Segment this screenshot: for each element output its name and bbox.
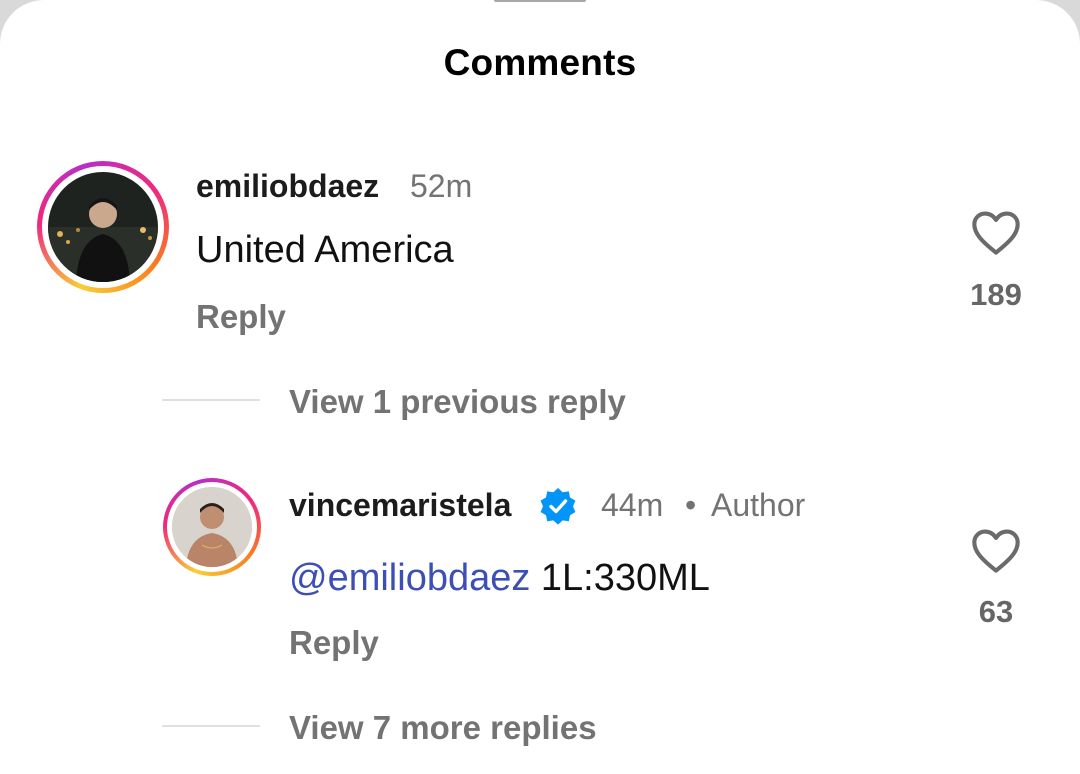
reply-text: @emiliobdaez 1L:330ML bbox=[289, 557, 710, 600]
reply-text-body: 1L:330ML bbox=[530, 557, 710, 599]
reply-username[interactable]: vincemaristela bbox=[289, 487, 511, 524]
comment-time: 52m bbox=[410, 168, 473, 204]
avatar[interactable] bbox=[163, 478, 261, 576]
like-button[interactable] bbox=[966, 208, 1026, 261]
drag-handle[interactable] bbox=[494, 0, 586, 2]
like-button[interactable] bbox=[966, 526, 1026, 579]
avatar-photo bbox=[48, 172, 158, 282]
verified-badge-icon bbox=[538, 486, 578, 531]
heart-outline-icon bbox=[970, 211, 1022, 260]
view-previous-replies-button[interactable]: View 1 previous reply bbox=[289, 383, 626, 421]
comment-text: United America bbox=[196, 229, 454, 271]
page-title: Comments bbox=[443, 42, 637, 83]
view-more-replies-button[interactable]: View 7 more replies bbox=[289, 709, 597, 747]
comment-username[interactable]: emiliobdaez bbox=[196, 168, 379, 205]
meta-separator: • bbox=[685, 487, 697, 523]
reply-button[interactable]: Reply bbox=[196, 298, 286, 336]
thread-line bbox=[162, 399, 260, 401]
heart-outline-icon bbox=[970, 529, 1022, 578]
author-badge: Author bbox=[711, 487, 806, 523]
comments-sheet: Comments emiliobdaez 52m United America … bbox=[0, 0, 1080, 774]
avatar[interactable] bbox=[37, 161, 169, 293]
user-mention-link[interactable]: @emiliobdaez bbox=[289, 557, 530, 599]
reply-button[interactable]: Reply bbox=[289, 624, 379, 662]
like-count: 63 bbox=[978, 594, 1014, 629]
like-count: 189 bbox=[970, 277, 1022, 312]
reply-time: 44m bbox=[601, 487, 664, 523]
thread-line bbox=[162, 725, 260, 727]
avatar-photo bbox=[172, 487, 252, 567]
